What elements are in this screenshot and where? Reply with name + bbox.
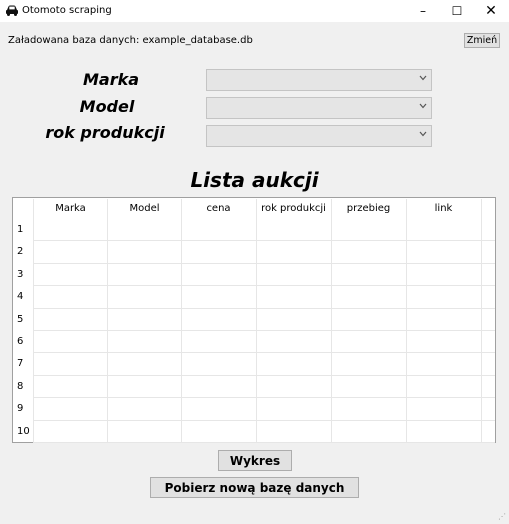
column-header[interactable]: Marka (33, 203, 108, 214)
close-button[interactable]: ✕ (474, 0, 508, 22)
column-divider (331, 199, 332, 442)
database-info: Załadowana baza danych: example_database… (8, 35, 253, 46)
table-row (33, 374, 495, 376)
database-label: Załadowana baza danych: (8, 35, 140, 46)
column-divider (481, 199, 482, 442)
row-number: 6 (17, 336, 24, 347)
row-number: 4 (17, 291, 24, 303)
model-label: Model (79, 97, 135, 116)
column-divider (33, 199, 34, 442)
chevron-down-icon (419, 102, 427, 112)
table-row (33, 442, 495, 443)
window-title: Otomoto scraping (22, 5, 112, 16)
column-header[interactable]: rok produkcji (256, 203, 331, 214)
column-header[interactable]: link (406, 203, 481, 214)
row-number: 9 (17, 403, 24, 415)
row-number: 7 (17, 358, 24, 370)
table-row (33, 307, 495, 309)
marka-dropdown[interactable] (206, 69, 432, 91)
table-row (33, 285, 495, 287)
minimize-button[interactable]: – (406, 0, 440, 22)
rok-label: rok produkcji (45, 123, 165, 142)
title-bar: Otomoto scraping – ☐ ✕ (0, 0, 509, 22)
table-row (33, 262, 495, 264)
table-row (33, 352, 495, 354)
marka-label: Marka (82, 70, 140, 89)
column-header[interactable]: cena (181, 203, 256, 214)
column-divider (107, 199, 108, 442)
table-row (33, 240, 495, 242)
chart-button[interactable]: Wykres (218, 450, 292, 471)
column-header[interactable]: przebieg (331, 203, 406, 214)
fetch-database-button[interactable]: Pobierz nową bazę danych (150, 477, 359, 498)
column-divider (256, 199, 257, 442)
car-icon (5, 3, 19, 17)
row-number: 8 (17, 380, 24, 392)
column-divider (406, 199, 407, 442)
list-title: Lista aukcji (190, 168, 319, 192)
column-divider (181, 199, 182, 442)
table-row (33, 330, 495, 331)
table-row (33, 419, 495, 421)
chevron-down-icon (419, 130, 427, 140)
table-row (33, 397, 495, 399)
resize-grip-icon[interactable]: ⋰ (498, 512, 506, 521)
auction-table[interactable]: Marka Model cena rok produkcji przebieg link 1… (12, 197, 496, 443)
maximize-button[interactable]: ☐ (440, 0, 474, 22)
database-filename: example_database.db (142, 35, 253, 46)
row-number: 3 (17, 268, 24, 280)
row-number: 5 (17, 313, 24, 325)
column-header[interactable]: Model (107, 203, 182, 214)
model-dropdown[interactable] (206, 97, 432, 119)
row-number: 2 (17, 246, 24, 258)
row-number: 10 (17, 425, 30, 437)
chevron-down-icon (419, 74, 427, 84)
rok-dropdown[interactable] (206, 125, 432, 147)
row-number: 1 (17, 224, 24, 235)
change-database-button[interactable]: Zmień (464, 33, 500, 48)
